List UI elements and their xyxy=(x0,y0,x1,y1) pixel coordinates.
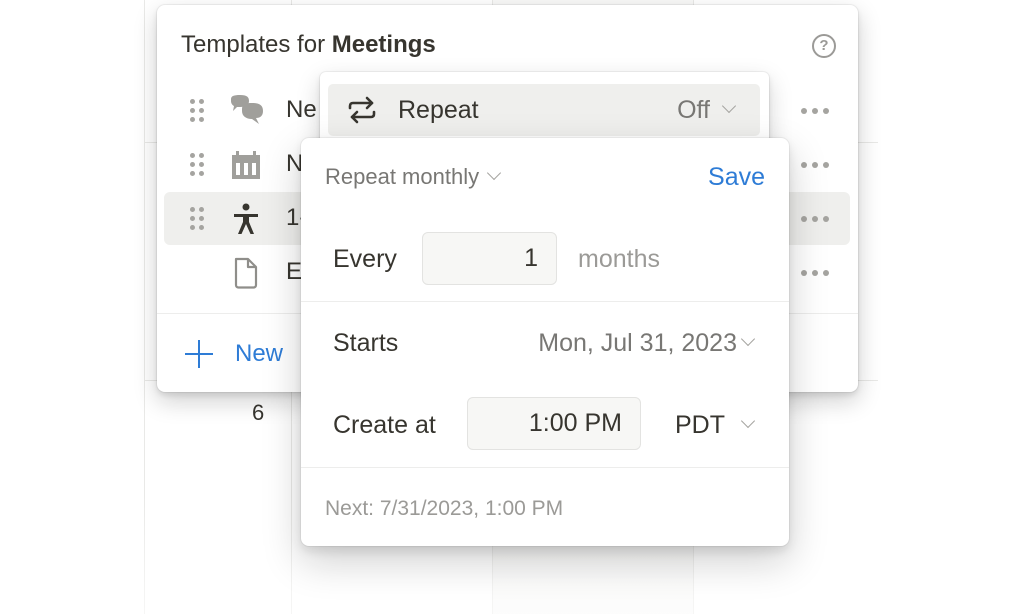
new-template-label: New xyxy=(235,340,284,367)
more-horizontal-icon[interactable] xyxy=(801,270,829,276)
timezone-select[interactable]: PDT xyxy=(675,411,725,440)
divider xyxy=(301,301,789,302)
more-horizontal-icon[interactable] xyxy=(801,216,829,222)
template-name: Ne xyxy=(286,96,317,123)
more-horizontal-icon[interactable] xyxy=(801,162,829,168)
drag-handle-icon[interactable] xyxy=(190,153,206,177)
chevron-down-icon xyxy=(487,165,502,181)
more-horizontal-icon[interactable] xyxy=(801,108,829,114)
calendar-icon xyxy=(232,151,260,179)
repeat-label: Repeat xyxy=(398,96,479,124)
person-icon xyxy=(234,203,258,234)
repeat-frequency-value: Repeat monthly xyxy=(325,164,480,189)
drag-handle-icon[interactable] xyxy=(190,207,206,231)
document-icon xyxy=(234,257,258,289)
every-label: Every xyxy=(333,245,397,273)
divider xyxy=(301,467,789,468)
chevron-down-icon xyxy=(740,413,756,429)
chevron-down-icon xyxy=(740,331,756,347)
repeat-settings-popover: Repeat monthly Save Every 1 months Start… xyxy=(301,138,789,546)
speech-bubbles-icon xyxy=(231,95,263,124)
templates-title-database: Meetings xyxy=(331,31,436,58)
repeat-value: Off xyxy=(677,96,710,124)
repeat-frequency-select[interactable]: Repeat monthly xyxy=(325,164,502,190)
templates-title-prefix: Templates for xyxy=(181,31,332,58)
templates-title: Templates for Meetings xyxy=(181,31,436,59)
chevron-down-icon xyxy=(721,98,737,114)
every-interval-input[interactable]: 1 xyxy=(422,232,557,285)
create-time-input[interactable]: 1:00 PM xyxy=(467,397,641,450)
next-occurrence-text: Next: 7/31/2023, 1:00 PM xyxy=(325,497,564,520)
calendar-day-number[interactable]: 6 xyxy=(252,400,264,426)
plus-icon xyxy=(185,340,213,368)
repeat-menu-item[interactable]: Repeat Off xyxy=(328,84,760,136)
starts-label: Starts xyxy=(333,329,399,357)
drag-handle-icon[interactable] xyxy=(190,99,206,123)
new-template-button[interactable]: New xyxy=(185,339,283,369)
repeat-icon xyxy=(348,96,376,124)
template-name: E xyxy=(286,258,303,285)
save-button[interactable]: Save xyxy=(708,163,765,192)
start-date-select[interactable]: Mon, Jul 31, 2023 xyxy=(538,329,737,358)
create-at-label: Create at xyxy=(333,411,436,439)
question-circle-icon[interactable]: ? xyxy=(812,34,836,58)
interval-unit-label: months xyxy=(578,245,660,273)
